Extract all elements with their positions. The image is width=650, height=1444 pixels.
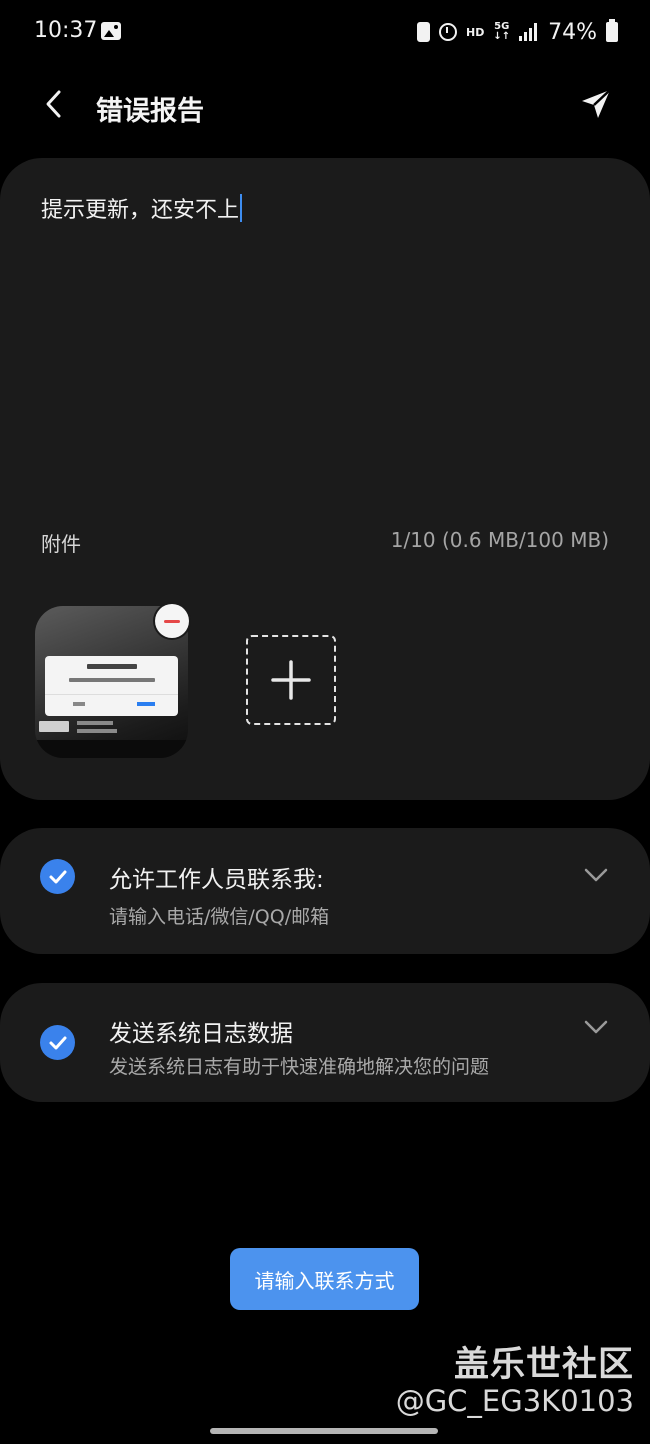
contact-permission-card[interactable]: 允许工作人员联系我: 请输入电话/微信/QQ/邮箱: [0, 828, 650, 954]
remove-attachment-button[interactable]: [155, 604, 189, 638]
contact-expand-button[interactable]: [582, 866, 610, 884]
home-indicator[interactable]: [210, 1428, 438, 1434]
send-icon: [582, 89, 611, 118]
send-button[interactable]: [574, 82, 618, 126]
watermark-username: @GC_EG3K0103: [395, 1384, 634, 1418]
battery-percent: 74%: [548, 19, 597, 45]
page-title: 错误报告: [96, 96, 204, 127]
alarm-icon: [438, 23, 457, 41]
status-bar: 10:37 HD 5G ↓↑ 74%: [0, 0, 650, 62]
checkmark-icon: [49, 870, 66, 883]
chevron-left-icon: [46, 90, 61, 118]
thumbnail-dialog-preview: [45, 656, 178, 716]
report-text-input[interactable]: 提示更新，还安不上: [41, 192, 243, 224]
checkmark-icon: [49, 1036, 66, 1049]
text-cursor: [240, 194, 243, 222]
attachments-label: 附件: [41, 532, 81, 556]
plus-icon: [271, 660, 311, 700]
network-type-badge: 5G ↓↑: [493, 21, 511, 42]
report-text-value: 提示更新，还安不上: [41, 198, 240, 223]
gallery-notification-icon: [101, 22, 121, 40]
chevron-down-icon: [584, 1020, 608, 1034]
system-log-subtitle: 发送系统日志有助于快速准确地解决您的问题: [109, 1056, 490, 1078]
contact-info-input[interactable]: 请输入电话/微信/QQ/邮箱: [109, 902, 329, 929]
signal-icon: [519, 23, 539, 41]
hd-badge: HD: [465, 25, 485, 39]
check-circle-icon[interactable]: [40, 1025, 75, 1060]
network-type-label: 5G: [494, 21, 510, 32]
system-log-title: 发送系统日志数据: [109, 1021, 293, 1047]
thumbnail-clock-preview: [39, 721, 69, 732]
battery-icon: [606, 19, 618, 42]
system-log-expand-button[interactable]: [582, 1018, 610, 1036]
chevron-down-icon: [584, 868, 608, 882]
system-log-card[interactable]: 发送系统日志数据 发送系统日志有助于快速准确地解决您的问题: [0, 983, 650, 1102]
add-attachment-button[interactable]: [246, 635, 336, 725]
attachments-count: 1/10 (0.6 MB/100 MB): [390, 528, 609, 552]
check-circle-icon[interactable]: [40, 859, 75, 894]
back-button[interactable]: [34, 84, 74, 124]
status-time: 10:37: [34, 18, 98, 43]
report-card: 提示更新，还安不上 附件 1/10 (0.6 MB/100 MB): [0, 158, 650, 800]
contact-permission-title: 允许工作人员联系我:: [109, 867, 324, 893]
battery-saver-icon: [416, 22, 430, 42]
minus-icon: [164, 619, 180, 623]
status-icons: HD 5G ↓↑ 74%: [416, 18, 618, 46]
watermark-logo: 盖乐世社区: [453, 1345, 634, 1385]
enter-contact-button[interactable]: 请输入联系方式: [230, 1248, 419, 1310]
app-header: 错误报告: [0, 62, 650, 152]
